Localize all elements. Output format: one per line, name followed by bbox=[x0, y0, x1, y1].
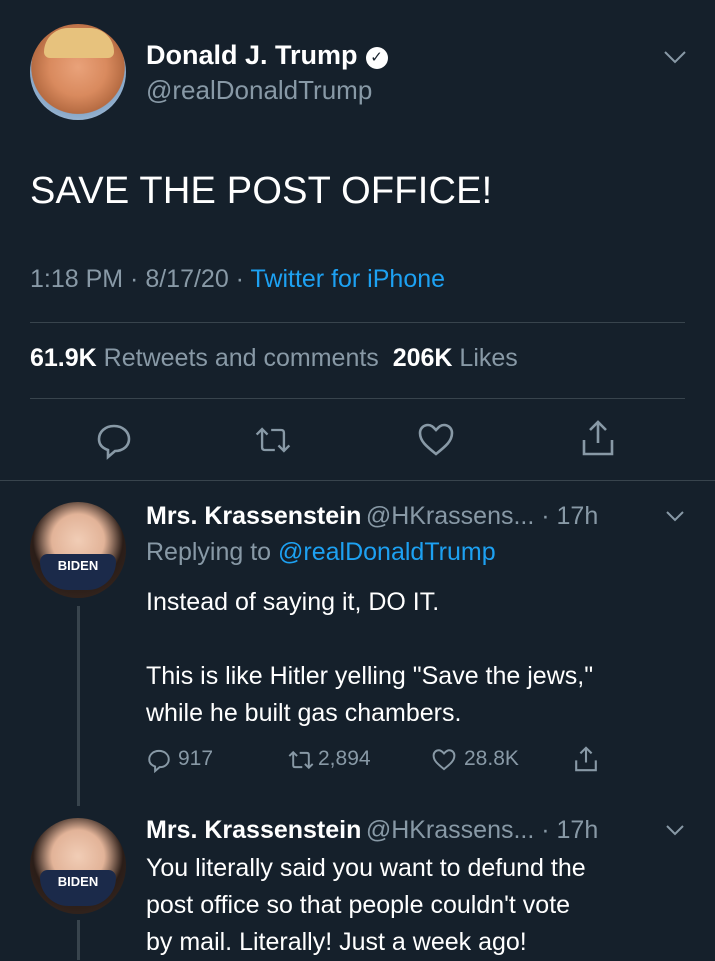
share-icon[interactable] bbox=[578, 418, 618, 458]
section-divider bbox=[0, 480, 715, 481]
retweet-icon[interactable] bbox=[286, 747, 316, 773]
reply-avatar[interactable]: BIDEN bbox=[30, 502, 126, 598]
author-name[interactable]: Donald J. Trump bbox=[146, 40, 358, 70]
replying-to: Replying to @realDonaldTrump bbox=[146, 538, 496, 567]
reply-handle-time[interactable]: @HKrassens... · 17h bbox=[366, 502, 598, 530]
reply-text-spacer bbox=[146, 621, 593, 658]
reply-icon[interactable] bbox=[94, 420, 134, 460]
reply-text: Instead of saying it, DO IT. This is lik… bbox=[146, 584, 593, 732]
replying-prefix: Replying to bbox=[146, 538, 279, 566]
replying-handle-link[interactable]: @realDonaldTrump bbox=[278, 538, 496, 566]
reply-text-line: by mail. Literally! Just a week ago! bbox=[146, 928, 527, 956]
likes-label[interactable]: Likes bbox=[459, 344, 517, 372]
like-icon[interactable] bbox=[416, 420, 456, 460]
tweet-timestamp: 1:18 PM · 8/17/20 · bbox=[30, 265, 251, 293]
divider bbox=[30, 322, 685, 323]
reply-handle-time[interactable]: @HKrassens... · 17h bbox=[366, 816, 598, 844]
tweet-text: SAVE THE POST OFFICE! bbox=[30, 170, 493, 212]
tweet-source-link[interactable]: Twitter for iPhone bbox=[251, 265, 446, 293]
thread-line bbox=[77, 920, 80, 960]
reply-avatar[interactable]: BIDEN bbox=[30, 818, 126, 914]
retweets-count[interactable]: 61.9K bbox=[30, 344, 97, 372]
reply-author-name[interactable]: Mrs. Krassenstein bbox=[146, 502, 361, 530]
reply-text-line: Instead of saying it, DO IT. bbox=[146, 588, 440, 616]
retweets-label[interactable]: Retweets and comments bbox=[104, 344, 379, 372]
avatar-hair bbox=[44, 28, 114, 58]
author-handle[interactable]: @realDonaldTrump bbox=[146, 75, 372, 106]
likes-count[interactable]: 206K bbox=[393, 344, 453, 372]
tweet-meta: 1:18 PM · 8/17/20 · Twitter for iPhone bbox=[30, 265, 445, 294]
chevron-down-icon[interactable] bbox=[664, 822, 686, 838]
reply-text-line: This is like Hitler yelling "Save the je… bbox=[146, 662, 594, 690]
verified-badge-icon: ✓ bbox=[365, 47, 388, 69]
reply-header: Mrs. Krassenstein @HKrassens... · 17h bbox=[146, 502, 686, 531]
reply-text-line: post office so that people couldn't vote bbox=[146, 891, 571, 919]
reply-text-line: while he built gas chambers. bbox=[146, 699, 462, 727]
reply-author-name[interactable]: Mrs. Krassenstein bbox=[146, 816, 361, 844]
reply-icon[interactable] bbox=[146, 747, 172, 773]
retweet-icon[interactable] bbox=[253, 420, 293, 460]
reply-text-line: You literally said you want to defund th… bbox=[146, 854, 586, 882]
like-icon[interactable] bbox=[430, 747, 458, 773]
thread-line bbox=[77, 606, 80, 806]
tweet-stats: 61.9K Retweets and comments 206K Likes bbox=[30, 344, 518, 373]
reply-count[interactable]: 917 bbox=[178, 747, 213, 771]
reply-text: You literally said you want to defund th… bbox=[146, 850, 586, 961]
chevron-down-icon[interactable] bbox=[662, 48, 688, 66]
chevron-down-icon[interactable] bbox=[664, 508, 686, 524]
like-count[interactable]: 28.8K bbox=[464, 747, 519, 771]
avatar-mask: BIDEN bbox=[40, 870, 116, 906]
author-name-row[interactable]: Donald J. Trump ✓ bbox=[146, 40, 388, 71]
share-icon[interactable] bbox=[572, 745, 600, 773]
divider bbox=[30, 398, 685, 399]
avatar-mask: BIDEN bbox=[40, 554, 116, 590]
retweet-count[interactable]: 2,894 bbox=[318, 747, 371, 771]
reply-header: Mrs. Krassenstein @HKrassens... · 17h bbox=[146, 816, 686, 845]
author-avatar[interactable] bbox=[30, 24, 126, 120]
